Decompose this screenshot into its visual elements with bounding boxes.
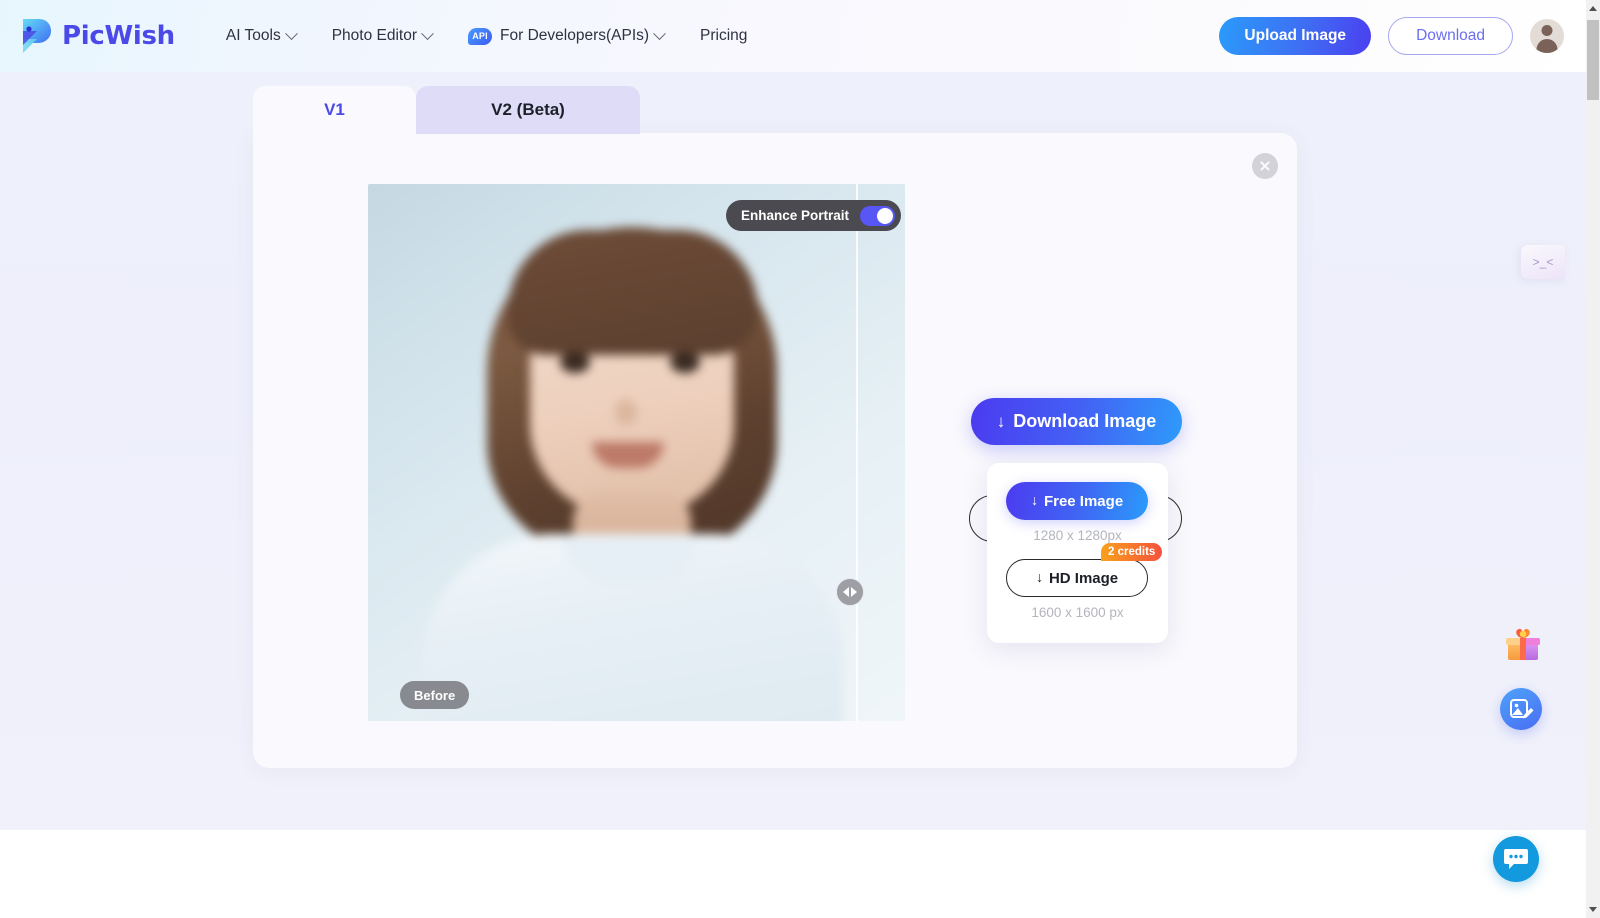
download-arrow-icon: ↓ (996, 411, 1006, 431)
nav-item-pricing[interactable]: Pricing (682, 0, 765, 72)
chevron-down-icon (421, 26, 434, 40)
nav-item-for-developers[interactable]: API For Developers(APIs) (450, 0, 682, 72)
enhance-portrait-toggle[interactable]: Enhance Portrait (726, 200, 902, 231)
arrow-left-icon (843, 587, 849, 597)
download-options-panel: ↓ Free Image 1280 x 1280px 2 credits ↓ H… (987, 463, 1168, 643)
scroll-up-arrow-icon[interactable] (1586, 0, 1600, 17)
upload-image-button[interactable]: Upload Image (1219, 17, 1372, 55)
toggle-switch[interactable] (860, 205, 896, 226)
header-download-button[interactable]: Download (1388, 17, 1513, 55)
right-eye-shape (670, 352, 700, 373)
portrait-image (368, 184, 905, 721)
chevron-down-icon (653, 26, 666, 40)
app-root: PicWish AI Tools Photo Editor API For De… (0, 0, 1600, 918)
tab-v2-beta[interactable]: V2 (Beta) (416, 86, 640, 134)
left-eye-shape (560, 352, 590, 373)
triangle-down-icon (1589, 907, 1597, 912)
photo-edit-icon[interactable] (1500, 688, 1542, 730)
nav-label: AI Tools (225, 27, 281, 44)
arrow-right-icon (851, 587, 857, 597)
hd-image-label: HD Image (1048, 569, 1119, 587)
compare-divider-line (856, 184, 858, 721)
free-image-label: Free Image (1043, 492, 1124, 510)
chat-bubble-icon[interactable] (1493, 836, 1539, 882)
image-preview[interactable]: Enhance Portrait Before (368, 184, 905, 721)
brand-logo[interactable]: PicWish (17, 17, 175, 55)
triangle-up-icon (1589, 6, 1597, 11)
nav-label: Pricing (700, 27, 748, 44)
site-header: PicWish AI Tools Photo Editor API For De… (0, 0, 1586, 72)
nose-shape (615, 399, 637, 425)
enhance-portrait-label: Enhance Portrait (741, 208, 850, 223)
download-arrow-icon: ↓ (1035, 570, 1043, 586)
download-arrow-icon: ↓ (1030, 493, 1038, 509)
feedback-widget-kaomoji-icon[interactable]: >_< (1521, 245, 1565, 279)
editor-card: Enhance Portrait Before ↓ Download Image… (253, 133, 1297, 768)
chevron-down-icon (284, 26, 298, 40)
main-nav: AI Tools Photo Editor API For Developers… (208, 0, 766, 72)
scrollbar-thumb[interactable] (1587, 20, 1599, 100)
api-cloud-badge-icon: API (468, 27, 493, 45)
picwish-bird-logo-icon (17, 17, 53, 55)
download-image-label: Download Image (1013, 411, 1157, 431)
page-scrollbar[interactable] (1586, 0, 1600, 918)
gift-box-icon[interactable] (1503, 625, 1543, 663)
version-tabs: V1 V2 (Beta) (253, 86, 640, 134)
nav-label: Photo Editor (331, 27, 418, 44)
hd-image-size: 1600 x 1600 px (1031, 605, 1124, 620)
nav-item-ai-tools[interactable]: AI Tools (208, 0, 314, 72)
close-icon[interactable] (1252, 153, 1278, 179)
tab-v1[interactable]: V1 (253, 86, 416, 134)
page-background-bottom (0, 830, 1586, 918)
header-actions: Upload Image Download (1219, 17, 1564, 55)
before-label: Before (400, 681, 470, 709)
credits-badge: 2 credits (1101, 543, 1163, 561)
free-image-button[interactable]: ↓ Free Image (1006, 482, 1148, 520)
scroll-down-arrow-icon[interactable] (1586, 901, 1600, 918)
hd-image-button[interactable]: ↓ HD Image (1006, 559, 1148, 597)
free-image-size: 1280 x 1280px (1033, 528, 1122, 543)
user-avatar[interactable] (1530, 19, 1564, 53)
nav-item-photo-editor[interactable]: Photo Editor (314, 0, 450, 72)
compare-slider-handle[interactable] (836, 578, 864, 606)
download-image-button[interactable]: ↓ Download Image (971, 398, 1182, 445)
brand-name: PicWish (62, 21, 175, 51)
fringe-shape (508, 230, 758, 355)
nav-label: For Developers(APIs) (500, 27, 650, 44)
